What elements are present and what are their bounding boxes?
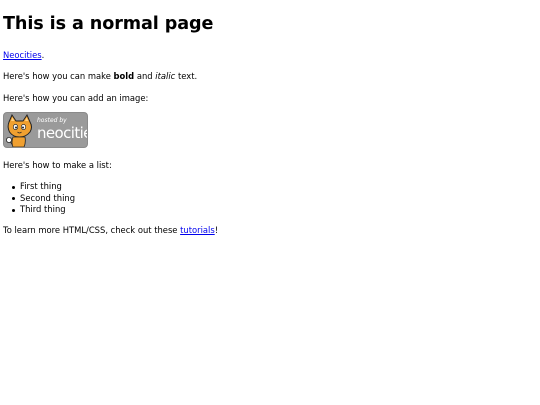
neocities-line: Neocities. — [3, 50, 44, 61]
list-item: Third thing — [11, 204, 75, 216]
bold-text: bold — [113, 71, 135, 81]
badge-hosted-by-text: hosted by — [37, 117, 67, 124]
learn-suffix: ! — [214, 225, 219, 235]
formatting-line: Here's how you can make bold and italic … — [3, 71, 197, 82]
formatting-middle: and — [134, 71, 156, 81]
badge-neocities-text: neocities — [37, 124, 87, 142]
formatting-prefix: Here's how you can make — [3, 71, 114, 81]
tutorials-link[interactable]: tutorials — [180, 225, 215, 235]
things-list: First thing Second thing Third thing — [3, 181, 75, 216]
neocities-cat-icon — [6, 113, 32, 147]
image-intro: Here's how you can add an image: — [3, 93, 149, 103]
learn-more-line: To learn more HTML/CSS, check out these … — [3, 225, 218, 236]
page-title: This is a normal page — [3, 14, 214, 34]
hosted-by-neocities-badge[interactable]: hosted by neocities — [3, 112, 88, 148]
neocities-link[interactable]: Neocities — [3, 50, 42, 60]
italic-text: italic — [155, 71, 176, 81]
neocities-suffix: . — [41, 50, 45, 60]
formatting-suffix: text. — [175, 71, 198, 81]
list-intro: Here's how to make a list: — [3, 160, 112, 170]
learn-prefix: To learn more HTML/CSS, check out these — [3, 225, 181, 235]
list-item: First thing — [11, 181, 75, 193]
list-item: Second thing — [11, 192, 76, 203]
